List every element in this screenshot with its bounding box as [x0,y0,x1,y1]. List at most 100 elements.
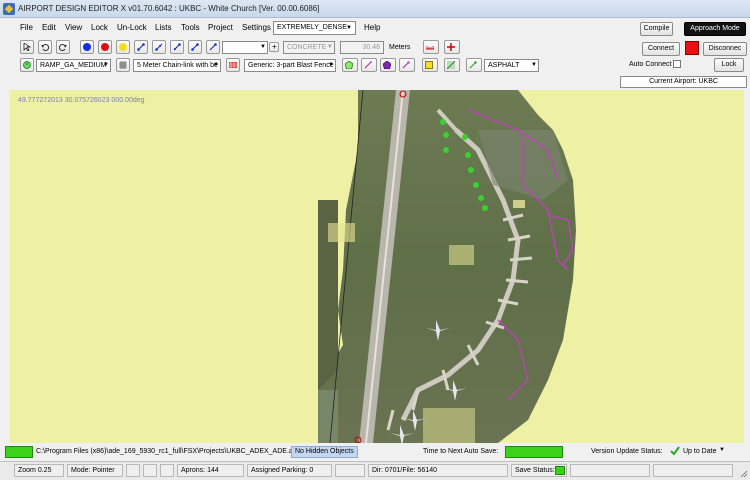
chevron-down-icon: ▼ [531,62,537,68]
undo-icon [41,44,49,51]
surface-combo[interactable]: CONCRETE ▼ [283,41,335,54]
surface-value: CONCRETE [287,44,327,51]
aprons-count: Aprons: 144 [177,464,244,477]
polygon-tool[interactable] [342,58,358,72]
crosshair-icon [447,43,455,51]
chevron-down-icon[interactable]: ▼ [719,447,725,453]
blast-fence-tool[interactable] [226,58,240,72]
window-title: AIRPORT DESIGN EDITOR X v01.70.6042 : UK… [18,4,320,13]
runway-link-tool[interactable] [152,40,166,54]
menu-lists[interactable]: Lists [155,23,171,32]
blast-fence-value: Generic: 3-part Blast Fence [248,62,334,69]
edge-light-tool[interactable] [361,58,377,72]
current-airport: Current Airport: UKBC [620,76,747,88]
parking-link-tool[interactable] [170,40,184,54]
app-icon [3,3,15,15]
menu-unlock[interactable]: Un-Lock [117,23,147,32]
fence-tool[interactable] [116,58,130,72]
chevron-down-icon: ▼ [260,44,266,50]
sign-link-icon [402,61,410,69]
menu-help[interactable]: Help [364,23,380,32]
lock-button[interactable]: Lock [714,58,744,72]
compile-button[interactable]: Compile [640,22,673,36]
add-line-button[interactable]: + [269,42,279,52]
wand-icon [364,61,372,69]
undo-button[interactable] [38,40,52,54]
start-link-tool[interactable] [188,40,202,54]
blue-dot-icon [83,43,91,51]
measure-tool[interactable] [423,40,439,54]
hidden-objects-badge[interactable]: No Hidden Objects [291,446,358,458]
chevron-down-icon: ▼ [327,44,333,50]
blue-node-tool[interactable] [80,40,94,54]
start-link-icon [191,43,199,51]
status-cell-empty-5 [570,464,650,477]
save-status-indicator [555,466,565,475]
clock-icon [23,61,31,69]
redo-icon [59,44,67,51]
menu-tools[interactable]: Tools [181,23,200,32]
ruler-icon [426,46,434,50]
blast-fence-combo[interactable]: Generic: 3-part Blast Fence ▼ [244,59,336,72]
apron-tool[interactable] [20,58,34,72]
connect-button[interactable]: Connect [642,42,680,56]
blast-fence-icon [229,62,237,68]
yellow-node-tool[interactable] [116,40,130,54]
zoom-level: Zoom 0.25 [14,464,64,477]
version-status[interactable]: Up to Date [683,448,716,455]
pointer-tool[interactable] [20,40,34,54]
menu-bar: File Edit View Lock Un-Lock Lists Tools … [0,19,750,37]
menu-view[interactable]: View [65,23,82,32]
vehicle-path-tool[interactable] [206,40,220,54]
taxi-path-tool[interactable] [134,40,148,54]
approach-mode-button[interactable]: Approach Mode [684,22,746,36]
density-value: EXTREMELY_DENSE [277,24,347,31]
parking-link-icon [173,43,181,51]
taxi-line-tool[interactable] [466,58,482,72]
aerial-imagery [318,90,588,443]
yellow-square-icon [425,61,433,69]
status-cell-empty-4 [335,464,365,477]
autosave-progress [505,446,563,458]
chevron-down-icon: ▼ [346,25,352,31]
yellow-polygon-tool[interactable] [422,58,438,72]
menu-lock[interactable]: Lock [91,23,108,32]
fence-value: 5 Meter Chain-link with be [137,62,218,69]
width-input[interactable]: 30.48 [340,41,384,54]
yellow-dot-icon [119,43,127,51]
line-type-combo[interactable]: ▼ [222,41,268,54]
width-value: 30.48 [362,44,380,51]
taxi-sign-tool[interactable] [399,58,415,72]
status-bar: Zoom 0.25 Mode: Pointer Aprons: 144 Assi… [0,461,750,480]
fence-combo[interactable]: 5 Meter Chain-link with be ▼ [133,59,221,72]
auto-connect-checkbox[interactable] [673,60,681,68]
line-tool[interactable] [444,58,460,72]
auto-connect-label: Auto Connect [629,61,672,68]
mode-status: Mode: Pointer [67,464,123,477]
redo-button[interactable] [56,40,70,54]
menu-file[interactable]: File [20,23,33,32]
chevron-down-icon: ▼ [328,62,334,68]
status-cell-empty-2 [143,464,157,477]
vehicle-path-icon [209,43,217,51]
ramp-combo[interactable]: RAMP_GA_MEDIUM ▼ [36,59,111,72]
resize-grip-icon[interactable] [738,468,748,478]
marking-tool[interactable] [380,58,396,72]
autosave-label: Time to Next Auto Save: [423,448,499,455]
coordinate-readout: 49.777272013 30.075726023 000.00deg [18,97,145,104]
red-node-tool[interactable] [98,40,112,54]
menu-settings[interactable]: Settings [242,23,271,32]
menu-project[interactable]: Project [208,23,233,32]
map-canvas[interactable]: 49.777272013 30.075726023 000.00deg [10,90,744,443]
density-select[interactable]: EXTREMELY_DENSE ▼ [273,21,356,35]
crosshair-tool[interactable] [444,40,460,54]
asphalt-value: ASPHALT [488,62,520,69]
ramp-value: RAMP_GA_MEDIUM [40,62,107,69]
asphalt-combo[interactable]: ASPHALT ▼ [484,59,539,72]
chevron-down-icon: ▼ [103,62,109,68]
runway-link-icon [155,43,163,51]
menu-edit[interactable]: Edit [42,23,56,32]
status-cell-empty-6 [653,464,733,477]
disconnect-button[interactable]: Disconnec [703,42,747,56]
path-link-icon [137,43,145,51]
